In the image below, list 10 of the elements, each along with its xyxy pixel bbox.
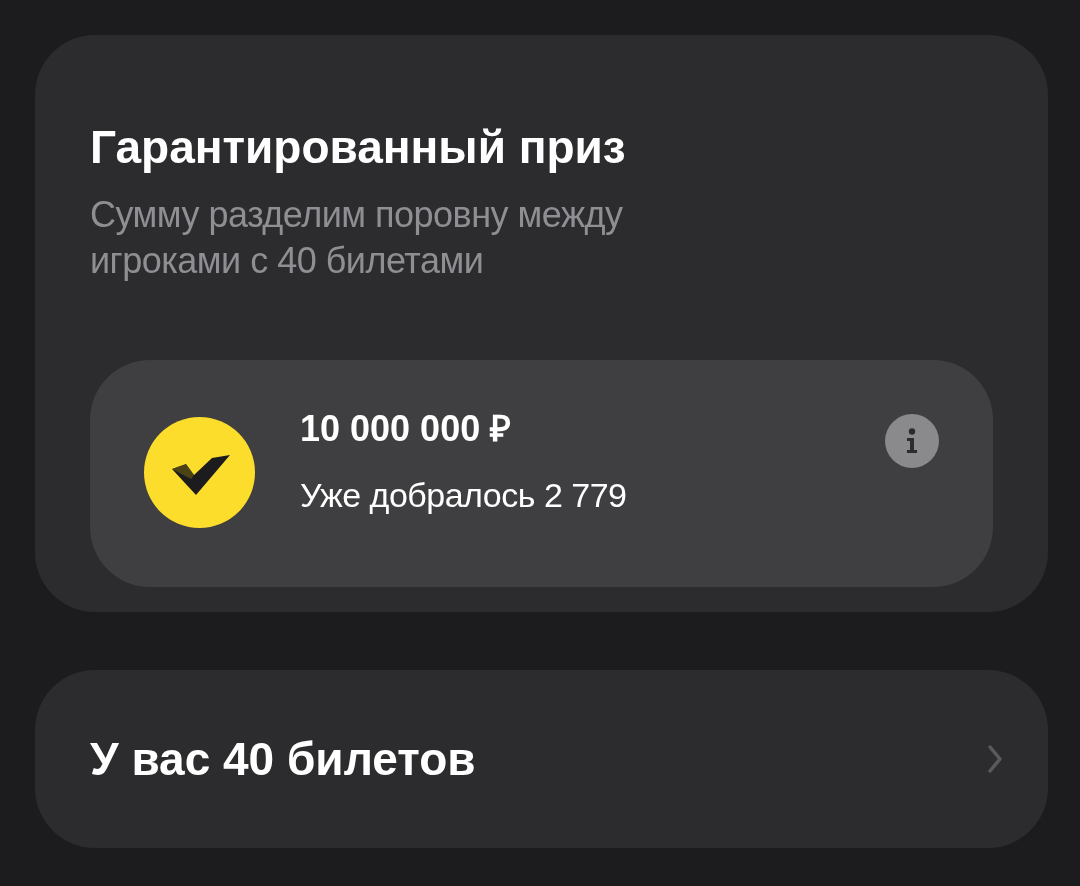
card-subtitle: Сумму разделим поровну между игроками с 40 билетами — [90, 193, 624, 283]
tickets-row[interactable]: У вас 40 билетов — [35, 670, 1048, 848]
tickets-title: У вас 40 билетов — [90, 731, 476, 787]
info-icon — [905, 428, 919, 454]
reached-count: Уже добралось 2 779 — [300, 475, 627, 515]
check-coin-icon — [144, 417, 255, 528]
card-title: Гарантированный приз — [90, 122, 627, 172]
chevron-right-icon — [987, 744, 1003, 774]
prize-amount: 10 000 000 ₽ — [300, 409, 513, 449]
info-button[interactable] — [885, 414, 939, 468]
